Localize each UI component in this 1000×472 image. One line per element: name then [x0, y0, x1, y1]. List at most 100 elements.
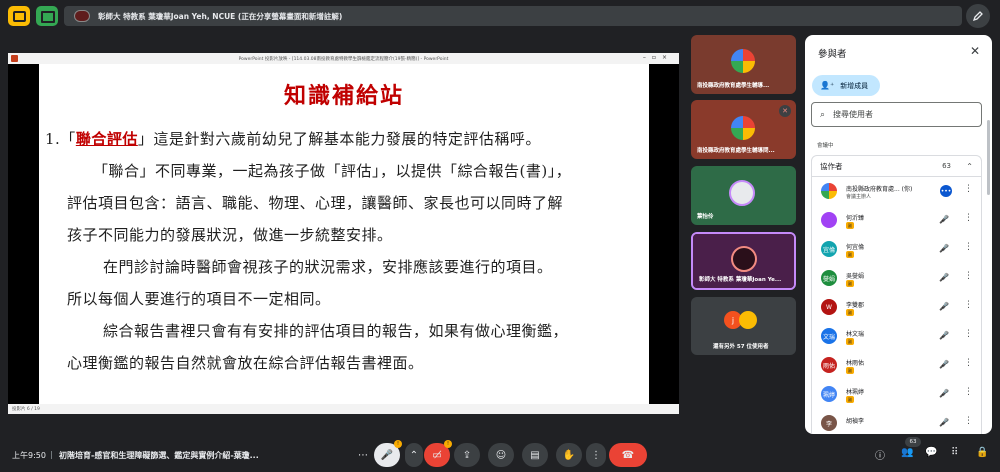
activities-icon[interactable]: ⠿ [951, 447, 958, 458]
avatar: 雨佑 [821, 357, 837, 373]
kebab-menu-icon[interactable]: ⋮ [964, 184, 973, 194]
avatar: 宜倫 [821, 241, 837, 257]
kebab-menu-icon[interactable]: ⋮ [964, 300, 973, 310]
panel-title: 參與者 [818, 49, 847, 60]
more-participants-tile[interactable]: j 還有另外 57 位使用者 [691, 297, 796, 355]
kebab-menu-icon[interactable]: ⋮ [964, 358, 973, 368]
add-person-icon: 👤⁺ [820, 81, 835, 90]
tile-label: 還有另外 57 位使用者 [713, 344, 769, 350]
participant-name: 林雨佑 [846, 360, 865, 367]
top-bar: 彰師大 特教系 葉瓊華Joan Yeh, NCUE (正在分享螢幕畫面和新增註解… [0, 0, 1000, 34]
raise-hand-button[interactable]: ✋ [556, 443, 582, 467]
add-people-button[interactable]: 👤⁺ 新增成員 [812, 75, 880, 96]
layout-icon[interactable] [36, 6, 58, 26]
mic-off-icon: ✕ [779, 105, 791, 117]
people-icon[interactable]: 👥 [901, 447, 913, 458]
emoji-icon: ☺ [495, 449, 507, 461]
list-item[interactable]: 雨佑 林雨佑 副 🎤̸ ⋮ [812, 351, 981, 380]
meeting-title: 初階培育-感官和生理障礙篩選、鑑定與實例介紹-葉瓊... [59, 451, 259, 460]
list-item[interactable]: 文瑞 林文瑞 副 🎤̸ ⋮ [812, 322, 981, 351]
slide-line-8: 心理衡鑑的報告自然就會放在綜合評估報告書裡面。 [67, 354, 424, 372]
mic-off-icon[interactable]: 🎤̸ [939, 244, 949, 253]
kebab-menu-icon[interactable]: ⋮ [964, 213, 973, 223]
list-item[interactable]: 珮婷 林珮婷 副 🎤̸ ⋮ [812, 380, 981, 409]
list-item[interactable]: 李 胡禎李 🎤̸ ⋮ [812, 409, 981, 434]
audio-options-button[interactable]: ⋯ [353, 443, 373, 467]
mic-off-icon[interactable]: 🎤̸ [939, 418, 949, 427]
participant-name: 何宜倫 [846, 244, 865, 251]
collaborators-count: 63 [942, 162, 951, 170]
kebab-menu-icon[interactable]: ⋮ [964, 387, 973, 397]
divider: | [50, 450, 53, 459]
mic-off-icon[interactable]: 🎤̸ [939, 360, 949, 369]
info-icon[interactable]: ⓘ [875, 447, 885, 462]
collaborators-header[interactable]: 協作者 63 ⌃ [811, 155, 982, 177]
mic-off-icon: 🎤 [380, 449, 394, 461]
scrollbar[interactable] [987, 120, 990, 195]
more-options-icon[interactable]: ••• [940, 185, 952, 197]
powerpoint-logo-icon [11, 55, 18, 62]
tile-label: 葉怡伶 [697, 214, 714, 220]
participant-list: 南投縣政府教育處... (你) 會議主辦人 ••• ⋮ 何沂臻 副 🎤̸ ⋮ 宜… [811, 177, 982, 434]
chat-icon[interactable]: 💬 [925, 447, 937, 458]
emoji-button[interactable]: ☺ [488, 443, 514, 467]
warning-badge: ! [394, 440, 402, 448]
search-people-input[interactable]: ⌕ 搜尋使用者 [811, 102, 982, 127]
close-icon[interactable]: ✕ [970, 44, 980, 58]
participant-tile[interactable]: 葉怡伶 [691, 166, 796, 225]
pen-icon [972, 11, 983, 22]
participant-name: 南投縣政府教育處... [846, 186, 900, 193]
list-item[interactable]: 燮娟 吳燮娟 副 🎤̸ ⋮ [812, 264, 981, 293]
list-item[interactable]: 宜倫 何宜倫 副 🎤̸ ⋮ [812, 235, 981, 264]
host-controls-icon[interactable]: 🔒 [976, 447, 988, 458]
mic-off-icon[interactable]: 🎤̸ [939, 215, 949, 224]
list-item[interactable]: W 李雙郡 副 🎤̸ ⋮ [812, 293, 981, 322]
mic-off-icon[interactable]: 🎤̸ [939, 302, 949, 311]
annotate-button[interactable] [966, 4, 990, 28]
shared-screen: PowerPoint 投影片放映 - [114.03.08南投教育處特教學生篩檢… [8, 53, 679, 414]
section-label: 會議中 [817, 143, 834, 149]
participant-name: 林珮婷 [846, 389, 865, 396]
kebab-menu-icon[interactable]: ⋮ [964, 271, 973, 281]
cohost-badge: 副 [846, 367, 854, 374]
present-button[interactable]: ⇪ [454, 443, 480, 467]
slide-line-2: 「聯合」不同專業，一起為孩子做「評估」，以提供「綜合報告(書)」， [93, 162, 572, 180]
more-horiz-icon: ⋯ [358, 449, 368, 461]
picture-in-picture-icon[interactable] [8, 6, 30, 26]
kebab-menu-icon[interactable]: ⋮ [964, 329, 973, 339]
mic-off-icon[interactable]: 🎤̸ [939, 389, 949, 398]
camera-off-icon: ▭̸ [432, 449, 442, 461]
people-count-badge: 63 [905, 437, 921, 447]
user-avatar [729, 180, 755, 206]
more-options-button[interactable]: ⋮ [586, 443, 606, 467]
camera-button[interactable]: ▭̸ ! [424, 440, 452, 467]
hand-icon: ✋ [562, 449, 576, 461]
kebab-menu-icon[interactable]: ⋮ [964, 242, 973, 252]
captions-button[interactable]: ▤ [522, 443, 548, 467]
avatar: 燮娟 [821, 270, 837, 286]
participant-name: 吳燮娟 [846, 273, 865, 280]
mic-off-icon[interactable]: 🎤̸ [939, 273, 949, 282]
present-screen-icon: ⇪ [462, 449, 472, 461]
powerpoint-titlebar: PowerPoint 投影片放映 - [114.03.08南投教育處特教學生篩檢… [8, 53, 679, 64]
add-people-label: 新增成員 [840, 81, 869, 90]
leave-call-button[interactable]: ☎ [609, 443, 647, 467]
kebab-menu-icon[interactable]: ⋮ [964, 416, 973, 426]
powerpoint-window-title: PowerPoint 投影片放映 - [114.03.08南投教育處特教學生篩檢… [238, 56, 449, 62]
participant-tile[interactable]: 南投縣政府教育處學生輔導... [691, 35, 796, 94]
mic-button[interactable]: 🎤 ! [374, 440, 402, 467]
avatar: 文瑞 [821, 328, 837, 344]
mic-off-icon[interactable]: 🎤̸ [939, 331, 949, 340]
list-item[interactable]: 南投縣政府教育處... (你) 會議主辦人 ••• ⋮ [812, 177, 981, 206]
warning-badge: ! [444, 440, 452, 448]
cohost-badge: 副 [846, 396, 854, 403]
participant-tile-presenter[interactable]: 彰師大 特教系 葉瓊華Joan Ye... [691, 232, 796, 290]
slide-line-3: 評估項目包含：語言、職能、物理、心理，讓醫師、家長也可以同時了解 [67, 194, 564, 212]
participant-tile[interactable]: ✕ 南投縣政府教育處學生輔導問... [691, 100, 796, 159]
video-options-button[interactable]: ⌃ [405, 443, 423, 467]
chevron-up-icon: ⌃ [966, 161, 973, 171]
list-item[interactable]: 何沂臻 副 🎤̸ ⋮ [812, 206, 981, 235]
participant-name: 林文瑞 [846, 331, 865, 338]
host-label: 會議主辦人 [846, 194, 872, 200]
hang-up-icon: ☎ [621, 449, 635, 461]
